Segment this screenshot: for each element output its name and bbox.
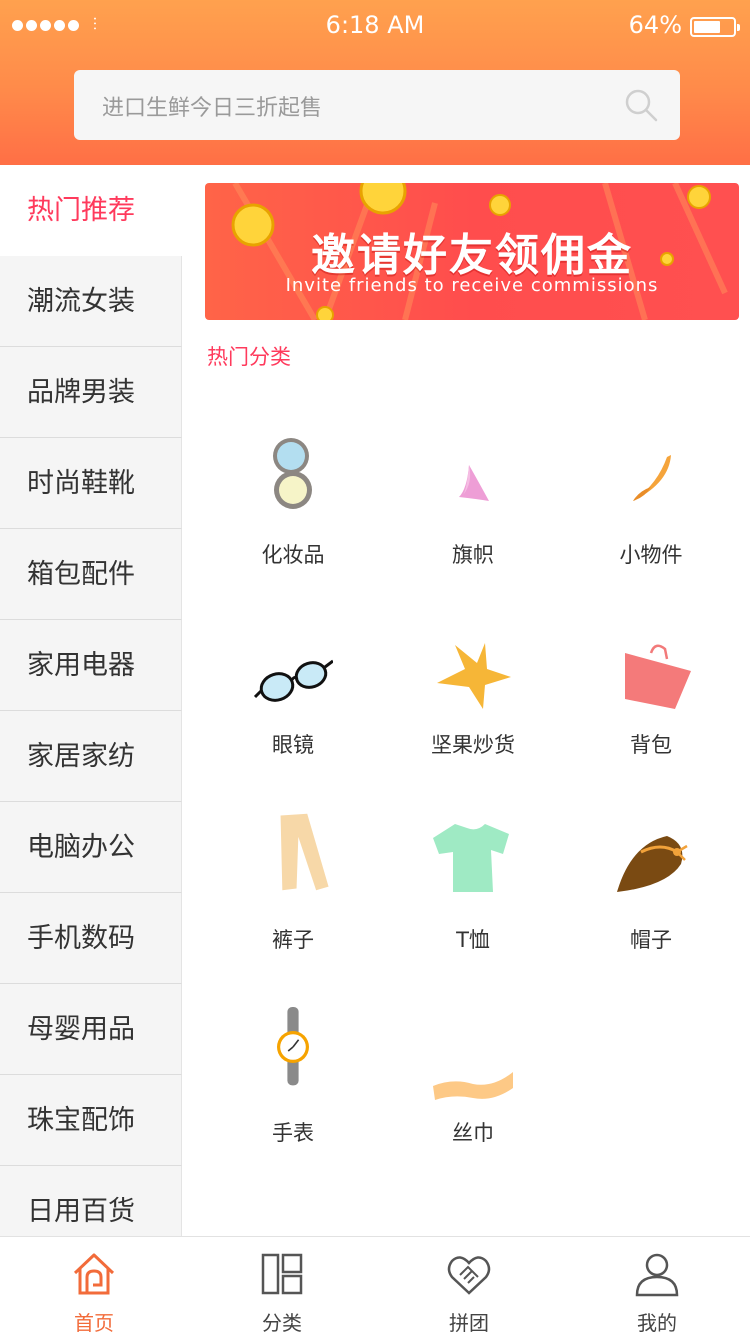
sidebar-item-bags[interactable]: 箱包配件 [0, 529, 182, 620]
small-item-icon [633, 455, 671, 501]
category-label: 眼镜 [272, 733, 314, 757]
category-bag[interactable]: 背包 [561, 633, 741, 763]
sidebar-item-computers[interactable]: 电脑办公 [0, 802, 182, 893]
invite-banner[interactable]: 邀请好友领佣金 Invite friends to receive commis… [205, 183, 739, 320]
category-label: 化妆品 [261, 543, 325, 567]
category-label: 坚果炒货 [431, 733, 515, 757]
category-label: 小物件 [619, 543, 683, 567]
sidebar-item-shoes[interactable]: 时尚鞋靴 [0, 438, 182, 529]
status-bar: ︙ 6:18 AM 64% [0, 0, 750, 52]
sidebar-item-home-textiles[interactable]: 家居家纺 [0, 711, 182, 802]
category-label: 背包 [630, 733, 672, 757]
category-label: 丝巾 [452, 1121, 494, 1145]
header: ︙ 6:18 AM 64% 进口生鲜今日三折起售 [0, 0, 750, 165]
banner-subtitle: Invite friends to receive commissions [285, 275, 659, 296]
tab-group-buy[interactable]: 拼团 [409, 1237, 529, 1334]
compact-mirror-icon [273, 438, 312, 509]
sidebar-item-phones[interactable]: 手机数码 [0, 893, 182, 984]
tab-profile[interactable]: 我的 [597, 1237, 717, 1334]
sidebar-item-women[interactable]: 潮流女装 [0, 256, 182, 347]
search-placeholder: 进口生鲜今日三折起售 [102, 96, 323, 121]
profile-icon [635, 1253, 679, 1297]
category-tshirt[interactable]: T恤 [383, 808, 563, 952]
category-label: 旗帜 [452, 543, 494, 567]
category-label: 手表 [272, 1121, 314, 1145]
search-icon[interactable] [624, 88, 658, 122]
category-hat[interactable]: 帽子 [561, 808, 741, 952]
sidebar-item-men[interactable]: 品牌男装 [0, 347, 182, 438]
group-buy-icon [447, 1256, 491, 1295]
scarf-icon [433, 1072, 513, 1100]
sidebar-item-jewelry[interactable]: 珠宝配饰 [0, 1075, 182, 1166]
category-label: T恤 [456, 928, 490, 952]
category-small-items[interactable]: 小物件 [561, 425, 741, 575]
sidebar-item-appliances[interactable]: 家用电器 [0, 620, 182, 711]
section-title: 热门分类 [207, 345, 291, 369]
tab-category[interactable]: 分类 [222, 1237, 342, 1334]
category-flag[interactable]: 旗帜 [383, 425, 563, 575]
home-icon [73, 1253, 115, 1295]
battery-percent: 64% [628, 11, 682, 39]
tab-label: 分类 [262, 1311, 302, 1334]
sidebar-item-baby[interactable]: 母婴用品 [0, 984, 182, 1075]
battery-icon [690, 17, 740, 37]
category-sidebar: 热门推荐 潮流女装 品牌男装 时尚鞋靴 箱包配件 家用电器 家居家纺 电脑办公 … [0, 165, 182, 1257]
category-nuts[interactable]: 坚果炒货 [383, 633, 563, 763]
flag-icon [459, 465, 489, 501]
banner-title: 邀请好友领佣金 [311, 230, 633, 281]
tab-label: 拼团 [449, 1311, 489, 1334]
category-pants[interactable]: 裤子 [203, 808, 383, 952]
category-watch[interactable]: 手表 [203, 1005, 383, 1145]
star-icon [437, 643, 511, 709]
bag-icon [625, 644, 691, 709]
category-label: 裤子 [272, 928, 314, 952]
tab-label: 我的 [637, 1311, 677, 1334]
tab-home[interactable]: 首页 [34, 1237, 154, 1334]
tshirt-icon [433, 824, 509, 892]
search-input[interactable]: 进口生鲜今日三折起售 [74, 70, 680, 140]
hat-icon [617, 836, 688, 892]
category-glasses[interactable]: 眼镜 [203, 633, 383, 763]
glasses-icon [253, 659, 333, 702]
category-label: 帽子 [630, 928, 672, 952]
category-cosmetics[interactable]: 化妆品 [203, 425, 383, 575]
category-scarf[interactable]: 丝巾 [383, 1005, 563, 1145]
sidebar-item-hot[interactable]: 热门推荐 [0, 165, 182, 256]
category-icon [261, 1253, 303, 1295]
watch-icon [277, 1007, 309, 1086]
pants-icon [280, 813, 329, 891]
tab-bar: 首页 分类 拼团 我的 [0, 1236, 750, 1334]
tab-label: 首页 [74, 1311, 114, 1334]
